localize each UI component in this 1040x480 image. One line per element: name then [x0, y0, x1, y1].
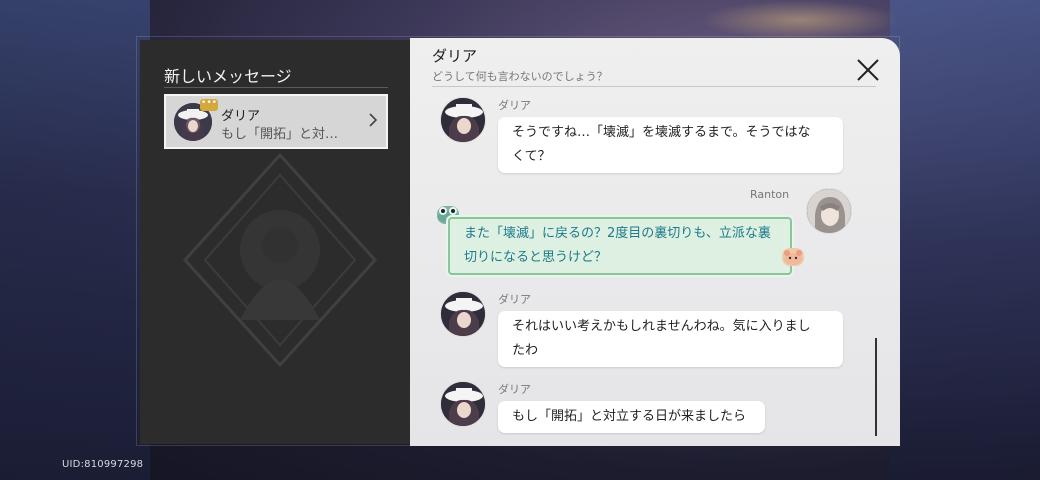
contact-preview: もし「開拓」と対… — [221, 127, 339, 142]
bear-sticker-icon — [782, 248, 804, 266]
sender-name: ダリア — [498, 99, 531, 112]
message-bubble-self: また「壊滅」に戻るの？2度目の裏切りも、立派な裏 切りになると思うけど？ — [448, 217, 792, 275]
uid-label: UID:810997298 — [62, 459, 144, 470]
message-text: また「壊滅」に戻るの？2度目の裏切りも、立派な裏 — [464, 226, 771, 241]
chat-subtitle: どうして何も言わないのでしょう？ — [432, 70, 608, 83]
sender-name: Ranton — [750, 188, 790, 201]
chat-panel: ダリア どうして何も言わないのでしょう？ ダリア そうですね…「壊滅」を壊滅する… — [410, 38, 900, 446]
background-light — [700, 0, 900, 40]
sender-name: ダリア — [498, 293, 531, 306]
contact-name: ダリア — [221, 109, 261, 124]
message-text: たわ — [512, 343, 539, 358]
divider — [432, 86, 876, 87]
background-right — [890, 0, 1040, 480]
message-text: そうですね…「壊滅」を壊滅するまで。そうではな — [512, 125, 811, 140]
message-text: もし「開拓」と対立する日が来ましたら — [512, 409, 747, 424]
new-messages-title: 新しいメッセージ — [164, 67, 292, 86]
contact-list-panel: 新しいメッセージ ••• ダリア もし「開拓」と対… — [140, 40, 410, 444]
avatar — [440, 291, 486, 337]
avatar — [806, 188, 852, 234]
background-left — [0, 0, 150, 480]
message-bubble: もし「開拓」と対立する日が来ましたら — [498, 401, 765, 433]
message-window: 新しいメッセージ ••• ダリア もし「開拓」と対… ダリア どうして何も言わな… — [136, 36, 900, 446]
unread-badge: ••• — [200, 99, 218, 111]
avatar — [440, 97, 486, 143]
divider — [164, 87, 388, 88]
close-icon[interactable] — [856, 58, 880, 82]
chevron-right-icon — [368, 112, 378, 131]
contact-item-dahlia[interactable]: ••• ダリア もし「開拓」と対… — [164, 94, 388, 149]
faction-emblem-icon — [182, 152, 378, 368]
message-text: くて？ — [512, 149, 551, 164]
avatar — [440, 381, 486, 427]
chat-title: ダリア — [432, 47, 478, 65]
message-bubble: そうですね…「壊滅」を壊滅するまで。そうではな くて？ — [498, 117, 843, 173]
sender-name: ダリア — [498, 383, 531, 396]
message-bubble: それはいい考えかもしれませんわね。気に入りまし たわ — [498, 311, 843, 367]
message-text: 切りになると思うけど？ — [464, 250, 608, 265]
chat-scrollbar[interactable] — [875, 338, 877, 436]
message-text: それはいい考えかもしれませんわね。気に入りまし — [512, 319, 811, 334]
